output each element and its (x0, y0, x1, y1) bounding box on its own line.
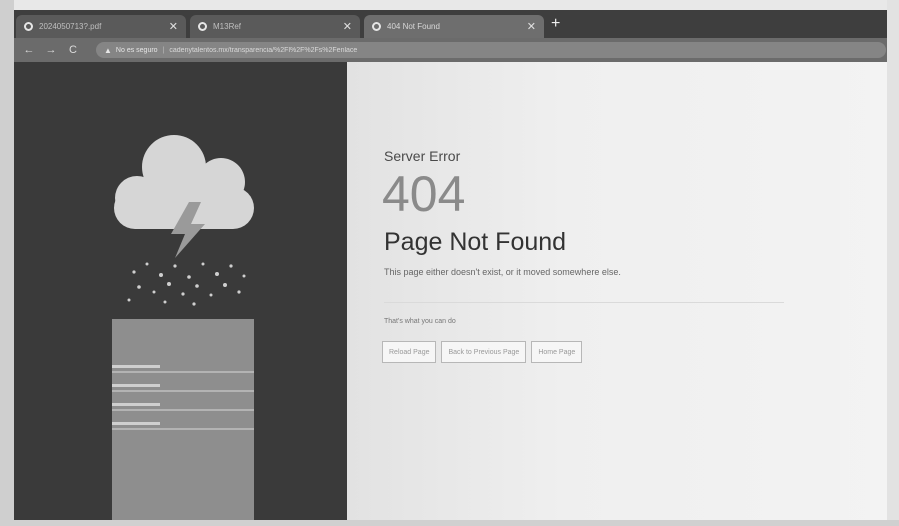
address-separator: | (162, 46, 165, 54)
error-content-panel: Server Error 404 Page Not Found This pag… (347, 62, 887, 520)
error-code: 404 (382, 166, 466, 222)
tab-m13ref[interactable]: M13Ref ✕ (190, 15, 360, 38)
security-label: No es seguro (115, 46, 158, 54)
address-bar[interactable]: ▲ No es seguro | cadenytalentos.mx/trans… (96, 42, 886, 58)
monitor-bezel-top (0, 0, 899, 10)
favicon-icon (24, 22, 33, 31)
close-icon[interactable]: ✕ (343, 20, 352, 33)
close-icon[interactable]: ✕ (527, 20, 536, 33)
home-page-button[interactable]: Home Page (531, 341, 583, 363)
browser-toolbar: ← → C ▲ No es seguro | cadenytalentos.mx… (14, 38, 887, 62)
url-text: cadenytalentos.mx/transparencia/%2Fl%2F%… (169, 46, 358, 54)
close-icon[interactable]: ✕ (169, 20, 178, 33)
monitor-bezel-right (887, 0, 899, 526)
tab-404-active[interactable]: 404 Not Found ✕ (364, 15, 544, 38)
forward-button[interactable]: → (44, 44, 58, 56)
divider (384, 302, 784, 303)
illustration-panel (14, 62, 347, 520)
action-buttons: Reload Page Back to Previous Page Home P… (382, 341, 583, 363)
error-eyebrow: Server Error (384, 148, 461, 164)
rain-icon (127, 262, 246, 306)
back-button[interactable]: ← (22, 44, 36, 56)
tab-title: M13Ref (213, 22, 242, 31)
monitor-bezel-left (0, 0, 14, 526)
error-description: This page either doesn't exist, or it mo… (384, 267, 621, 277)
favicon-icon (372, 22, 381, 31)
not-secure-icon: ▲ (104, 45, 112, 55)
back-to-previous-page-button[interactable]: Back to Previous Page (441, 341, 527, 363)
tab-title: 404 Not Found (387, 22, 440, 31)
cloud-icon (114, 135, 254, 306)
new-tab-button[interactable]: + (551, 15, 560, 33)
reload-button[interactable]: C (66, 44, 80, 56)
tab-title: 2024050713?.pdf (39, 22, 102, 31)
actions-prompt: That's what you can do (384, 318, 456, 325)
server-tower-icon (112, 319, 254, 520)
browser-tab-bar: 2024050713?.pdf ✕ M13Ref ✕ 404 Not Found… (14, 10, 887, 38)
favicon-icon (198, 22, 207, 31)
page-title: Page Not Found (384, 228, 567, 256)
tab-pdf[interactable]: 2024050713?.pdf ✕ (16, 15, 186, 38)
reload-page-button[interactable]: Reload Page (382, 341, 437, 363)
monitor-bezel-bottom (0, 520, 899, 526)
